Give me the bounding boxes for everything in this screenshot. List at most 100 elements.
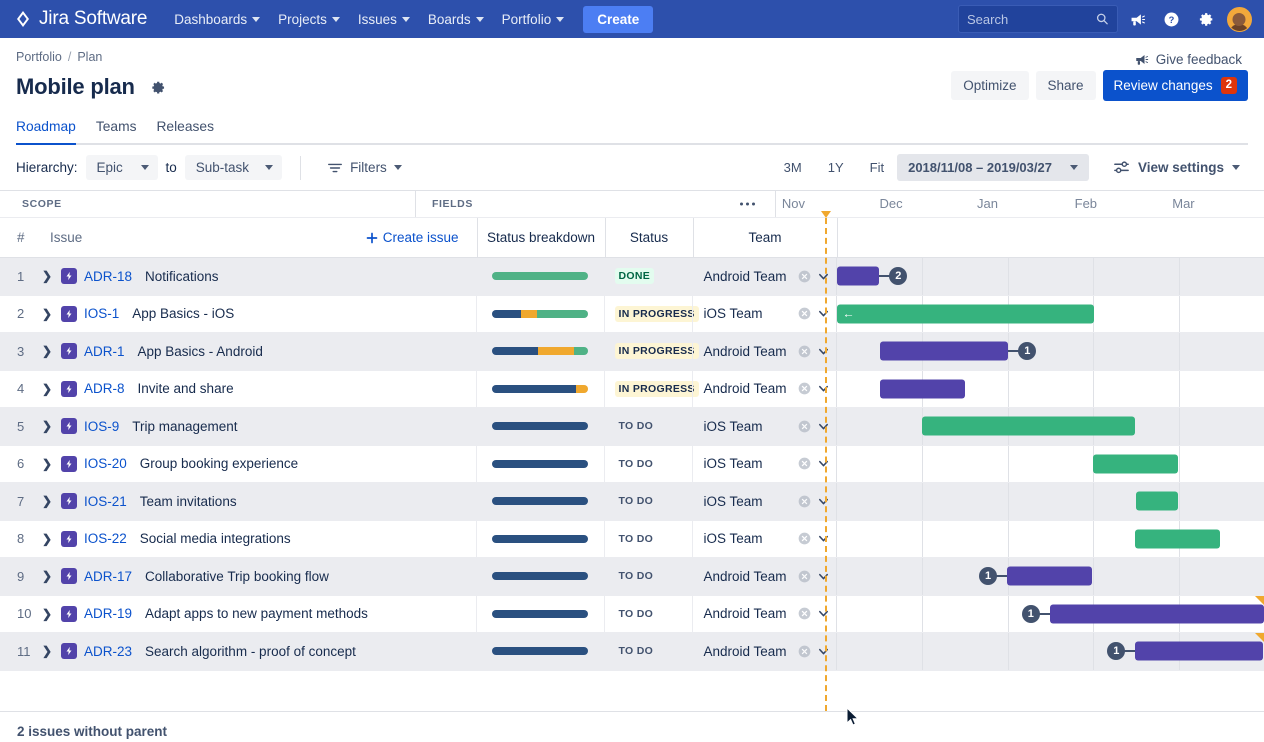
team-dropdown-icon[interactable] xyxy=(817,382,836,395)
search-box[interactable] xyxy=(958,5,1118,33)
status-breakdown-cell[interactable] xyxy=(476,521,604,558)
issue-key[interactable]: IOS-22 xyxy=(84,531,127,546)
breadcrumb-plan[interactable]: Plan xyxy=(77,50,102,64)
table-row[interactable]: 7❯IOS-21Team invitationsTO DOiOS Team xyxy=(0,483,1264,521)
filters-button[interactable]: Filters xyxy=(319,154,410,182)
tab-teams[interactable]: Teams xyxy=(96,119,137,145)
clear-team-icon[interactable] xyxy=(798,345,811,358)
team-cell[interactable]: Android Team xyxy=(692,258,836,295)
issue-key[interactable]: IOS-9 xyxy=(84,419,119,434)
table-row[interactable]: 3❯ADR-1App Basics - AndroidIN PROGRESSAn… xyxy=(0,333,1264,371)
team-cell[interactable]: Android Team xyxy=(692,596,836,633)
clear-team-icon[interactable] xyxy=(798,382,811,395)
table-row[interactable]: 1❯ADR-18NotificationsDONEAndroid Team2 xyxy=(0,258,1264,296)
team-dropdown-icon[interactable] xyxy=(817,345,836,358)
team-cell[interactable]: iOS Team xyxy=(692,296,836,333)
status-breakdown-cell[interactable] xyxy=(476,296,604,333)
status-breakdown-cell[interactable] xyxy=(476,258,604,295)
issue-key[interactable]: ADR-19 xyxy=(84,606,132,621)
gantt-bar[interactable] xyxy=(880,342,1008,361)
issue-key[interactable]: IOS-20 xyxy=(84,456,127,471)
expand-row-icon[interactable]: ❯ xyxy=(40,457,54,471)
expand-row-icon[interactable]: ❯ xyxy=(40,269,54,283)
ellipsis-icon[interactable] xyxy=(736,199,759,210)
table-row[interactable]: 10❯ADR-19Adapt apps to new payment metho… xyxy=(0,596,1264,634)
timeline-cell[interactable] xyxy=(836,408,1264,445)
view-settings-button[interactable]: View settings xyxy=(1105,153,1248,182)
create-issue-button[interactable]: Create issue xyxy=(366,230,477,245)
gantt-bar[interactable] xyxy=(1050,604,1264,623)
expand-row-icon[interactable]: ❯ xyxy=(40,607,54,621)
issue-key[interactable]: ADR-1 xyxy=(84,344,125,359)
create-button[interactable]: Create xyxy=(583,6,653,33)
team-cell[interactable]: Android Team xyxy=(692,333,836,370)
expand-row-icon[interactable]: ❯ xyxy=(40,644,54,658)
issue-key[interactable]: ADR-17 xyxy=(84,569,132,584)
jira-brand-logo[interactable]: Jira Software xyxy=(14,8,147,30)
user-avatar-button[interactable] xyxy=(1224,4,1254,34)
status-breakdown-cell[interactable] xyxy=(476,371,604,408)
tab-roadmap[interactable]: Roadmap xyxy=(16,119,76,145)
nav-item-portfolio[interactable]: Portfolio xyxy=(493,5,574,34)
team-dropdown-icon[interactable] xyxy=(817,607,836,620)
status-breakdown-cell[interactable] xyxy=(476,483,604,520)
status-breakdown-cell[interactable] xyxy=(476,558,604,595)
clear-team-icon[interactable] xyxy=(798,457,811,470)
issue-key[interactable]: IOS-1 xyxy=(84,306,119,321)
clear-team-icon[interactable] xyxy=(798,270,811,283)
date-range-selector[interactable]: 2018/11/08 – 2019/03/27 xyxy=(897,154,1089,181)
team-cell[interactable]: iOS Team xyxy=(692,408,836,445)
zoom-fit-button[interactable]: Fit xyxy=(857,154,897,181)
status-breakdown-cell[interactable] xyxy=(476,446,604,483)
gantt-bar[interactable] xyxy=(880,379,965,398)
gantt-bar[interactable] xyxy=(1136,492,1178,511)
gantt-bar[interactable]: ← xyxy=(837,304,1094,323)
gantt-bar[interactable] xyxy=(1093,454,1177,473)
dependency-badge[interactable]: 1 xyxy=(979,567,997,585)
gantt-bar[interactable] xyxy=(922,417,1135,436)
col-header-status[interactable]: Status xyxy=(605,218,693,257)
col-header-status-breakdown[interactable]: Status breakdown xyxy=(477,218,605,257)
status-breakdown-cell[interactable] xyxy=(476,333,604,370)
table-row[interactable]: 6❯IOS-20Group booking experienceTO DOiOS… xyxy=(0,446,1264,484)
team-dropdown-icon[interactable] xyxy=(817,645,836,658)
gantt-bar[interactable] xyxy=(1135,529,1220,548)
team-dropdown-icon[interactable] xyxy=(817,532,836,545)
plan-settings-button[interactable] xyxy=(149,79,166,96)
col-header-team[interactable]: Team xyxy=(693,218,837,257)
optimize-button[interactable]: Optimize xyxy=(951,71,1028,100)
clear-team-icon[interactable] xyxy=(798,607,811,620)
nav-item-projects[interactable]: Projects xyxy=(269,5,349,34)
expand-row-icon[interactable]: ❯ xyxy=(40,419,54,433)
team-dropdown-icon[interactable] xyxy=(817,307,836,320)
clear-team-icon[interactable] xyxy=(798,495,811,508)
clear-team-icon[interactable] xyxy=(798,307,811,320)
table-row[interactable]: 4❯ADR-8Invite and shareIN PROGRESSAndroi… xyxy=(0,371,1264,409)
gantt-bar[interactable] xyxy=(1007,567,1092,586)
team-cell[interactable]: iOS Team xyxy=(692,483,836,520)
table-row[interactable]: 8❯IOS-22Social media integrationsTO DOiO… xyxy=(0,521,1264,559)
team-dropdown-icon[interactable] xyxy=(817,457,836,470)
timeline-cell[interactable]: ← xyxy=(836,296,1264,333)
gantt-bar[interactable] xyxy=(1135,642,1263,661)
team-dropdown-icon[interactable] xyxy=(817,495,836,508)
nav-item-issues[interactable]: Issues xyxy=(349,5,419,34)
issue-key[interactable]: ADR-18 xyxy=(84,269,132,284)
timeline-cell[interactable]: 1 xyxy=(836,596,1264,633)
team-dropdown-icon[interactable] xyxy=(817,420,836,433)
review-changes-button[interactable]: Review changes 2 xyxy=(1103,70,1248,101)
tab-releases[interactable]: Releases xyxy=(156,119,214,145)
nav-item-boards[interactable]: Boards xyxy=(419,5,493,34)
table-row[interactable]: 5❯IOS-9Trip managementTO DOiOS Team xyxy=(0,408,1264,446)
timeline-cell[interactable] xyxy=(836,483,1264,520)
expand-row-icon[interactable]: ❯ xyxy=(40,569,54,583)
nav-item-dashboards[interactable]: Dashboards xyxy=(165,5,269,34)
dependency-badge[interactable]: 1 xyxy=(1018,342,1036,360)
team-cell[interactable]: Android Team xyxy=(692,633,836,670)
timeline-cell[interactable] xyxy=(836,521,1264,558)
status-breakdown-cell[interactable] xyxy=(476,408,604,445)
issue-key[interactable]: IOS-21 xyxy=(84,494,127,509)
announcements-button[interactable] xyxy=(1122,4,1152,34)
team-cell[interactable]: Android Team xyxy=(692,558,836,595)
gantt-bar[interactable] xyxy=(837,267,880,286)
